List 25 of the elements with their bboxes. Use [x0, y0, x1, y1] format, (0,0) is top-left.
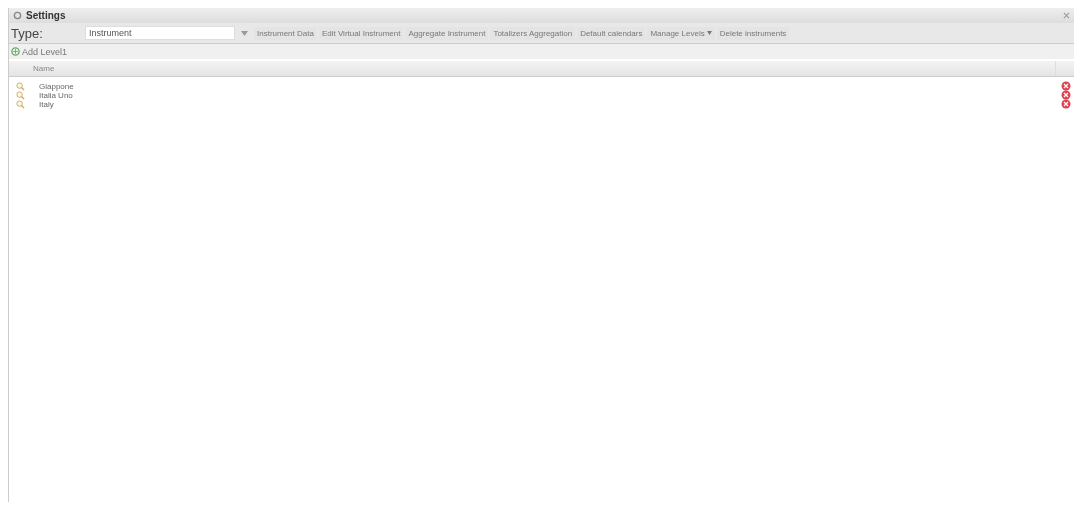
- add-level-button[interactable]: Add Level1: [11, 46, 68, 57]
- menu-button[interactable]: Manage Levels: [647, 26, 715, 40]
- type-label: Type:: [11, 25, 44, 41]
- magnifier-icon[interactable]: [16, 81, 25, 91]
- caret-icon[interactable]: [241, 30, 248, 36]
- caret-icon: [706, 31, 712, 35]
- toolbar-button[interactable]: Aggregate Instrument: [405, 26, 489, 40]
- type-dropdown[interactable]: Instrument: [85, 26, 235, 40]
- table-cell-text: Giappone: [39, 81, 75, 91]
- toolbar-button[interactable]: Default calendars: [577, 26, 646, 40]
- toolbar-button[interactable]: Instrument Data: [254, 26, 317, 40]
- window-title: Settings: [26, 10, 67, 21]
- toolbar-button[interactable]: Totalizers Aggregation: [490, 26, 576, 40]
- delete-icon[interactable]: [1061, 90, 1071, 100]
- table-cell-text: Italia Uno: [39, 90, 74, 100]
- gear-icon: [13, 11, 22, 20]
- add-icon: [11, 47, 20, 56]
- toolbar-button[interactable]: Delete instruments: [716, 26, 790, 40]
- magnifier-icon[interactable]: [16, 99, 25, 109]
- delete-icon[interactable]: [1061, 99, 1071, 109]
- magnifier-icon[interactable]: [16, 90, 25, 100]
- table-cell-text: Italy: [39, 99, 55, 109]
- toolbar-button[interactable]: Edit Virtual Instrument: [318, 26, 404, 40]
- delete-icon[interactable]: [1061, 81, 1071, 91]
- close-icon[interactable]: [1063, 12, 1070, 19]
